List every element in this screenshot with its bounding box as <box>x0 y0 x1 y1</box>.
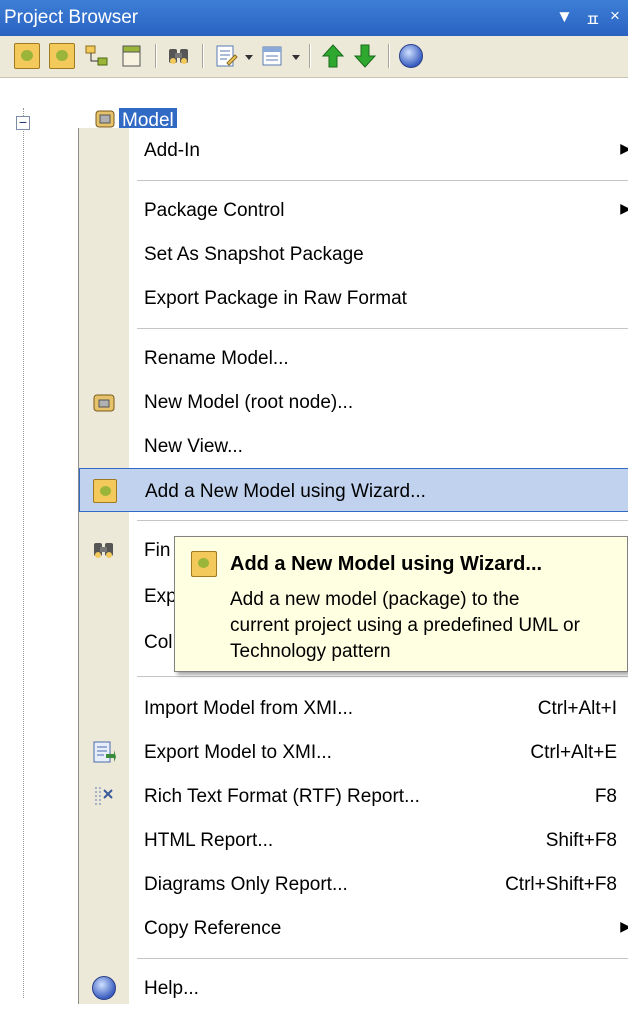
package-wizard-icon <box>191 551 217 577</box>
menu-separator <box>137 520 628 521</box>
toolbar-separator <box>388 44 390 68</box>
menu-item-label: HTML Report... <box>144 830 274 851</box>
menu-item-rtf-report[interactable]: Rich Text Format (RTF) Report... F8 <box>79 774 628 818</box>
menu-item-diagrams-report[interactable]: Diagrams Only Report... Ctrl+Shift+F8 <box>79 862 628 906</box>
tooltip-line: current project using a predefined UML o… <box>230 615 580 636</box>
menu-item-label: Export Model to XMI... <box>144 742 332 763</box>
menu-separator <box>137 328 628 329</box>
menu-item-label: Add a New Model using Wizard... <box>145 481 426 502</box>
help-icon[interactable] <box>399 44 423 68</box>
new-element-icon[interactable] <box>119 43 145 69</box>
binoculars-icon[interactable] <box>166 43 192 69</box>
view-options-icon[interactable] <box>260 43 286 69</box>
tooltip-title: Add a New Model using Wizard... <box>230 553 543 575</box>
menu-item-label: Export Package in Raw Format <box>144 288 407 309</box>
menu-item-label: Diagrams Only Report... <box>144 874 348 895</box>
menu-item-label: Import Model from XMI... <box>144 698 354 719</box>
menu-shortcut: Ctrl+Shift+F8 <box>505 874 617 895</box>
new-diagram-icon[interactable] <box>84 43 110 69</box>
dropdown-arrow-icon[interactable]: ▼ <box>556 7 573 27</box>
menu-item-new-view[interactable]: New View... <box>79 424 628 468</box>
pin-icon[interactable]: ㅍ <box>585 6 601 31</box>
toolbar-separator <box>202 44 204 68</box>
menu-item-label: Fin <box>144 540 171 561</box>
binoculars-icon <box>92 538 116 562</box>
menu-item-set-snapshot[interactable]: Set As Snapshot Package <box>79 232 628 276</box>
window-title: Project Browser <box>4 7 139 28</box>
menu-item-package-control[interactable]: Package Control ▶ <box>79 188 628 232</box>
menu-item-import-xmi[interactable]: Import Model from XMI... Ctrl+Alt+I <box>79 686 628 730</box>
submenu-arrow-icon: ▶ <box>620 200 628 216</box>
menu-item-copy-reference[interactable]: Copy Reference ▶ <box>79 906 628 950</box>
menu-item-new-model-root[interactable]: New Model (root node)... <box>79 380 628 424</box>
menu-shortcut: Ctrl+Alt+I <box>537 698 617 719</box>
menu-item-label: New View... <box>144 436 243 457</box>
package-wizard-icon <box>93 479 117 503</box>
menu-item-label: Set As Snapshot Package <box>144 244 364 265</box>
menu-item-label: Col <box>144 632 173 653</box>
help-icon <box>92 976 116 1000</box>
submenu-arrow-icon: ▶ <box>620 918 628 934</box>
submenu-arrow-icon: ▶ <box>620 140 628 156</box>
tooltip-line: Technology pattern <box>230 641 391 662</box>
menu-separator <box>137 180 628 181</box>
tooltip-line: Add a new model (package) to the <box>230 589 520 610</box>
menu-separator <box>137 676 628 677</box>
toolbar-separator <box>309 44 311 68</box>
project-browser-titlebar: Project Browser ▼ ㅍ × <box>0 0 628 36</box>
close-icon[interactable]: × <box>610 6 620 26</box>
menu-item-label: Help... <box>144 978 199 999</box>
properties-dropdown-icon[interactable] <box>243 43 257 69</box>
new-package-icon[interactable] <box>14 43 40 69</box>
menu-item-html-report[interactable]: HTML Report... Shift+F8 <box>79 818 628 862</box>
menu-item-label: Copy Reference <box>144 918 282 939</box>
menu-separator <box>137 958 628 959</box>
menu-item-label: New Model (root node)... <box>144 392 354 413</box>
rtf-report-icon <box>92 784 116 808</box>
move-up-arrow-icon[interactable] <box>320 43 346 69</box>
menu-item-add-in[interactable]: Add-In ▶ <box>79 128 628 172</box>
menu-shortcut: Ctrl+Alt+E <box>530 742 617 763</box>
menu-item-label: Rich Text Format (RTF) Report... <box>144 786 420 807</box>
toolbar-separator <box>155 44 157 68</box>
collapse-icon[interactable]: − <box>16 115 30 130</box>
menu-shortcut: Shift+F8 <box>545 830 617 851</box>
tree-guide-line <box>23 108 24 998</box>
view-options-dropdown-icon[interactable] <box>290 43 304 69</box>
menu-shortcut: F8 <box>594 786 617 807</box>
menu-item-export-raw[interactable]: Export Package in Raw Format <box>79 276 628 320</box>
wizard-tooltip: Add a New Model using Wizard... Add a ne… <box>174 536 628 672</box>
menu-item-export-xmi[interactable]: Export Model to XMI... Ctrl+Alt+E <box>79 730 628 774</box>
menu-item-label: Add-In <box>144 140 200 161</box>
model-root-icon <box>92 390 116 414</box>
properties-icon[interactable] <box>213 43 239 69</box>
menu-item-rename-model[interactable]: Rename Model... <box>79 336 628 380</box>
menu-item-help[interactable]: Help... <box>79 966 628 1010</box>
menu-item-label: Exp <box>144 586 177 607</box>
toolbar <box>0 36 628 78</box>
model-node-icon <box>94 106 116 130</box>
move-down-arrow-icon[interactable] <box>352 43 378 69</box>
menu-item-label: Rename Model... <box>144 348 289 369</box>
menu-item-add-model-wizard[interactable]: Add a New Model using Wizard... <box>79 468 628 512</box>
menu-item-label: Package Control <box>144 200 285 221</box>
xmi-export-icon <box>92 740 116 764</box>
new-child-package-icon[interactable] <box>49 43 75 69</box>
